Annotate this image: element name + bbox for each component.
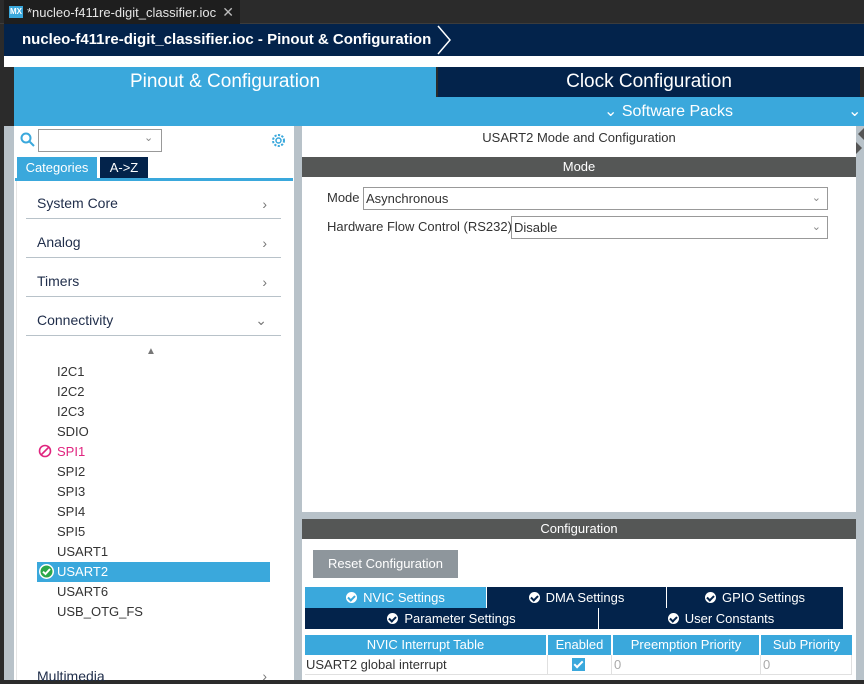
software-packs-menu[interactable]: ⌄ Software Packs	[604, 97, 733, 126]
column-header-enabled[interactable]: Enabled	[548, 635, 611, 655]
mode-select[interactable]: Asynchronous ⌄	[363, 187, 828, 210]
peripheral-item[interactable]: USART1	[57, 544, 108, 559]
tab-categories[interactable]: Categories	[17, 157, 97, 178]
chevron-right-icon: ›	[262, 668, 267, 684]
check-circle-icon	[528, 592, 540, 603]
peripheral-item[interactable]: I2C1	[57, 364, 84, 379]
tab-label: NVIC Settings	[363, 590, 445, 605]
peripheral-item[interactable]: SPI3	[57, 484, 85, 499]
category-label: System Core	[37, 195, 118, 211]
chevron-right-icon: ›	[262, 196, 267, 212]
check-circle-icon	[346, 592, 358, 603]
peripheral-item[interactable]: SPI4	[57, 504, 85, 519]
editor-tab[interactable]: MX *nucleo-f411re-digit_classifier.ioc ✕	[4, 0, 240, 24]
check-circle-icon	[667, 613, 679, 624]
enabled-checkbox[interactable]	[572, 658, 585, 671]
breadcrumb-label[interactable]: nucleo-f411re-digit_classifier.ioc - Pin…	[22, 24, 431, 56]
breadcrumb: nucleo-f411re-digit_classifier.ioc - Pin…	[4, 24, 864, 56]
gear-icon[interactable]	[270, 132, 287, 149]
hfc-value: Disable	[514, 220, 558, 235]
peripheral-item[interactable]: I2C2	[57, 384, 84, 399]
chevron-down-icon: ⌄	[604, 103, 618, 120]
chevron-right-icon: ›	[262, 274, 267, 290]
hardware-flow-control-label: Hardware Flow Control (RS232)	[327, 219, 512, 234]
category-label: Timers	[37, 273, 80, 289]
category-system-core[interactable]: System Core ›	[26, 180, 281, 219]
sub-toolbar: ⌄ Software Packs ⌄	[14, 97, 864, 126]
category-label: Analog	[37, 234, 81, 250]
check-circle-icon	[39, 564, 54, 579]
category-label: Connectivity	[37, 312, 114, 328]
reset-configuration-button[interactable]: Reset Configuration	[313, 550, 458, 578]
mode-panel	[302, 126, 856, 512]
category-connectivity[interactable]: Connectivity ⌄	[26, 297, 281, 336]
category-multimedia[interactable]: Multimedia ›	[26, 645, 281, 684]
search-icon	[20, 132, 35, 147]
check-circle-icon	[704, 592, 716, 603]
chevron-down-icon: ⌄	[811, 192, 821, 204]
chevron-right-icon	[437, 25, 451, 55]
tab-clock-configuration[interactable]: Clock Configuration	[438, 67, 860, 97]
tab-user-constants[interactable]: User Constants	[599, 608, 843, 629]
header-spacer	[4, 56, 864, 67]
peripheral-item[interactable]: SPI5	[57, 524, 85, 539]
preemption-priority-cell[interactable]: 0	[612, 655, 761, 675]
tab-label: GPIO Settings	[721, 590, 806, 605]
interrupt-name-cell: USART2 global interrupt	[305, 655, 548, 675]
category-analog[interactable]: Analog ›	[26, 219, 281, 258]
column-header-sub-priority[interactable]: Sub Priority	[761, 635, 852, 655]
chevron-down-icon[interactable]: ⌄	[144, 131, 153, 144]
stm32cubemx-icon: MX	[9, 6, 23, 18]
configuration-section-header: Configuration	[302, 519, 856, 539]
hardware-flow-control-select[interactable]: Disable ⌄	[511, 216, 828, 239]
tab-parameter-settings[interactable]: Parameter Settings	[305, 608, 598, 629]
column-header-preemption-priority[interactable]: Preemption Priority	[613, 635, 759, 655]
conflict-icon	[38, 444, 52, 458]
tab-label: DMA Settings	[545, 590, 625, 605]
peripheral-item[interactable]: I2C3	[57, 404, 84, 419]
chevron-down-icon[interactable]: ⌄	[848, 97, 861, 126]
tab-label: User Constants	[684, 611, 775, 626]
software-packs-label: Software Packs	[621, 103, 734, 120]
mode-value: Asynchronous	[366, 191, 449, 206]
chevron-right-icon: ›	[262, 235, 267, 251]
peripheral-item[interactable]: USB_OTG_FS	[57, 604, 143, 619]
check-circle-icon	[387, 613, 399, 624]
editor-tab-title: *nucleo-f411re-digit_classifier.ioc	[27, 4, 217, 20]
mode-section-header: Mode	[302, 157, 856, 177]
peripheral-item[interactable]: SPI1	[57, 444, 85, 459]
tab-nvic-settings[interactable]: NVIC Settings	[305, 587, 486, 608]
chevron-down-icon: ⌄	[255, 312, 267, 328]
mode-label: Mode	[327, 190, 360, 205]
peripheral-item[interactable]: USART6	[57, 584, 108, 599]
tab-dma-settings[interactable]: DMA Settings	[487, 587, 666, 608]
chevron-down-icon: ⌄	[811, 221, 821, 233]
tab-pinout-configuration[interactable]: Pinout & Configuration	[14, 67, 436, 97]
tab-label: Parameter Settings	[404, 611, 516, 626]
column-header-interrupt[interactable]: NVIC Interrupt Table	[305, 635, 546, 655]
scroll-up-icon[interactable]: ▲	[146, 346, 156, 357]
category-label: Multimedia	[37, 668, 105, 684]
mode-panel-title: USART2 Mode and Configuration	[482, 130, 676, 145]
peripheral-item-selected[interactable]: USART2	[57, 564, 108, 579]
peripheral-item[interactable]: SPI2	[57, 464, 85, 479]
panel-collapse-arrows-icon[interactable]	[856, 126, 864, 166]
tab-a-to-z[interactable]: A->Z	[100, 157, 148, 178]
peripheral-item[interactable]: SDIO	[57, 424, 89, 439]
tab-gpio-settings[interactable]: GPIO Settings	[667, 587, 843, 608]
sub-priority-cell[interactable]: 0	[761, 655, 852, 675]
close-icon[interactable]: ✕	[222, 4, 234, 21]
category-timers[interactable]: Timers ›	[26, 258, 281, 297]
